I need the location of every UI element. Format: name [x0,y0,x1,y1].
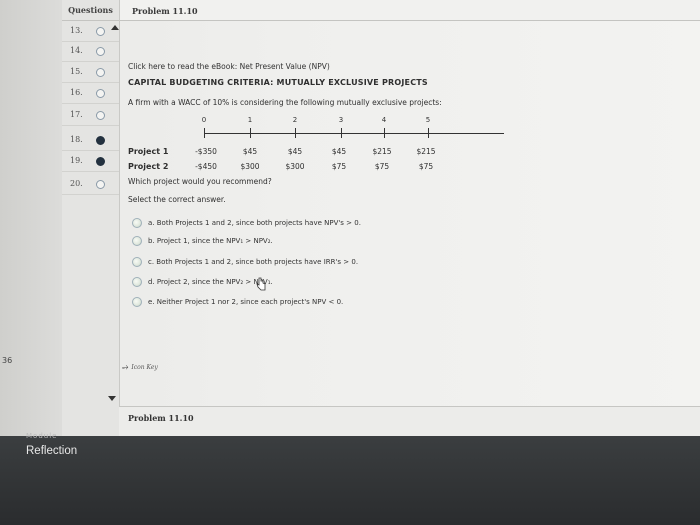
question-number: 20. [70,179,83,188]
answer-option-a[interactable]: a. Both Projects 1 and 2, since both pro… [132,217,361,229]
question-item[interactable]: 15. [62,62,119,83]
timeline-axis [204,133,504,134]
left-margin [0,0,62,436]
questions-header: Questions [62,0,119,21]
footer-tab-bar [119,406,700,436]
question-item[interactable]: 17. [62,105,119,126]
project-2-label: Project 2 [128,162,169,171]
question-item[interactable]: 16. [62,83,119,104]
cash-flow-cell: $300 [285,162,305,171]
scroll-down-arrow-icon[interactable] [108,396,116,401]
period-label: 4 [381,116,387,124]
period-tick [341,128,342,138]
cash-flow-cell: $45 [331,147,347,156]
period-tick [250,128,251,138]
cash-flow-cell: $215 [372,147,392,156]
cash-flow-cell: $45 [242,147,258,156]
question-number: 16. [70,88,83,97]
question-status-dot [96,180,105,189]
radio-button[interactable] [132,277,142,287]
question-status-dot [96,136,105,145]
cash-flow-cell: -$450 [195,162,217,171]
question-status-dot [96,27,105,36]
question-item[interactable]: 20. [62,174,119,195]
answer-text: a. Both Projects 1 and 2, since both pro… [148,219,361,227]
radio-button[interactable] [132,236,142,246]
cash-flow-cell: $75 [418,162,434,171]
question-item[interactable]: 14. [62,41,119,62]
problem-tab[interactable]: Problem 11.10 [132,6,198,16]
question-number: 13. [70,26,83,35]
answer-option-b[interactable]: b. Project 1, since the NPV₁ > NPV₂. [132,235,273,247]
reflection-link[interactable]: Reflection [26,445,77,457]
answer-text: d. Project 2, since the NPV₂ > NPV₁. [148,278,273,286]
cash-flow-cell: -$350 [195,147,217,156]
period-tick [295,128,296,138]
scroll-up-arrow-icon[interactable] [111,25,119,30]
problem-intro: A firm with a WACC of 10% is considering… [128,98,442,107]
question-number: 14. [70,46,83,55]
question-number: 17. [70,110,83,119]
cash-flow-cell: $75 [374,162,390,171]
question-status-dot [96,47,105,56]
question-item[interactable]: 18. [62,130,119,151]
footer-problem-label[interactable]: Problem 11.10 [128,413,194,423]
radio-button[interactable] [132,297,142,307]
period-tick [204,128,205,138]
cash-flow-cell: $300 [240,162,260,171]
icon-key-label: Icon Key [131,363,158,371]
period-label: 0 [201,116,207,124]
project-1-label: Project 1 [128,147,169,156]
answer-text: e. Neither Project 1 nor 2, since each p… [148,298,344,306]
cash-flow-cell: $45 [287,147,303,156]
radio-button[interactable] [132,257,142,267]
answer-option-d[interactable]: d. Project 2, since the NPV₂ > NPV₁. [132,276,273,288]
radio-button[interactable] [132,218,142,228]
question-status-dot [96,89,105,98]
hand-cursor-icon [256,277,266,291]
module-heading: Module [26,432,58,440]
problem-tab-bar [120,0,700,21]
question-status-dot [96,111,105,120]
icon-key[interactable]: ⭌ Icon Key [122,362,158,372]
answer-text: c. Both Projects 1 and 2, since both pro… [148,258,359,266]
answer-option-e[interactable]: e. Neither Project 1 nor 2, since each p… [132,296,343,308]
key-icon: ⭌ [122,362,129,371]
question-text: Which project would you recommend? [128,177,272,186]
cash-flow-cell: $75 [331,162,347,171]
period-label: 2 [292,116,298,124]
side-number: 36 [2,356,13,365]
question-status-dot [96,68,105,77]
question-status-dot [96,157,105,166]
select-prompt: Select the correct answer. [128,195,226,204]
question-number: 19. [70,156,83,165]
answer-text: b. Project 1, since the NPV₁ > NPV₂. [148,237,273,245]
cash-flow-cell: $215 [416,147,436,156]
outer-page-background [0,436,700,525]
period-tick [384,128,385,138]
question-number: 18. [70,135,83,144]
assignment-screen: Questions Problem 11.10 13. 14. 15. 16. … [0,0,700,436]
period-label: 1 [247,116,253,124]
ebook-link[interactable]: Click here to read the eBook: Net Presen… [128,62,330,71]
question-number: 15. [70,67,83,76]
section-title: CAPITAL BUDGETING CRITERIA: MUTUALLY EXC… [128,78,428,87]
period-label: 5 [425,116,431,124]
question-item[interactable]: 19. [62,151,119,172]
period-label: 3 [338,116,344,124]
period-tick [428,128,429,138]
answer-option-c[interactable]: c. Both Projects 1 and 2, since both pro… [132,256,358,268]
